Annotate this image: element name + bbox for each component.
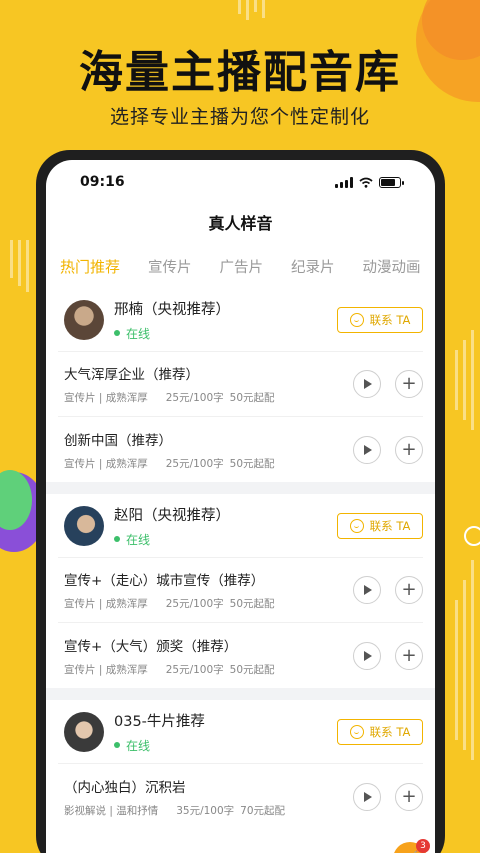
add-button[interactable]: +	[395, 370, 423, 398]
play-icon	[364, 444, 372, 455]
plus-icon: +	[401, 438, 417, 460]
tab-promo[interactable]: 宣传片	[148, 256, 192, 277]
plus-icon: +	[401, 579, 417, 600]
anchor-header: 邢楠（央视推荐） 在线 联系 TA	[58, 288, 423, 352]
play-icon	[364, 585, 372, 595]
online-dot-icon	[114, 536, 120, 542]
play-icon	[364, 791, 372, 802]
play-button[interactable]	[353, 576, 381, 604]
contact-button[interactable]: 联系 TA	[337, 718, 423, 745]
cart-badge: 3	[416, 839, 430, 853]
sample-item[interactable]: 大气浑厚企业（推荐） 宣传片 | 成熟浑厚 25元/100字 50元起配 +	[58, 352, 423, 417]
sample-title: （内心独白）沉积岩	[64, 779, 186, 796]
avatar[interactable]	[64, 505, 104, 546]
tab-ads[interactable]: 广告片	[220, 256, 264, 277]
status-time: 09:16	[80, 174, 125, 190]
status-icons	[335, 176, 404, 188]
sample-meta: 影视解说 | 温和抒情 35元/100字 70元起配	[64, 804, 286, 817]
tab-animation[interactable]: 动漫动画	[363, 256, 421, 277]
anchor-name: 035-牛片推荐	[114, 713, 205, 730]
online-status: 在线	[114, 531, 337, 548]
play-icon	[364, 379, 372, 389]
sample-title: 宣传+（大气）颁奖（推荐）	[64, 638, 238, 655]
sample-meta: 宣传片 | 成熟浑厚 25元/100字 50元起配	[64, 457, 275, 470]
tab-hot[interactable]: 热门推荐	[60, 256, 120, 277]
sample-meta: 宣传片 | 成熟浑厚 25元/100字 50元起配	[64, 663, 275, 676]
play-button[interactable]	[353, 370, 381, 398]
category-tabs: 热门推荐 宣传片 广告片 纪录片 动漫动画	[46, 244, 435, 288]
add-button[interactable]: +	[395, 782, 423, 811]
play-button[interactable]	[353, 435, 381, 464]
play-icon	[364, 650, 372, 661]
add-button[interactable]: +	[395, 435, 423, 464]
hero-subtitle: 选择专业主播为您个性定制化	[109, 106, 370, 128]
add-button[interactable]: +	[395, 576, 423, 604]
section-divider	[46, 688, 435, 700]
tab-documentary[interactable]: 纪录片	[291, 256, 335, 277]
anchor-name: 邢楠（央视推荐）	[114, 301, 230, 318]
phone-frame: 09:16 真人样音 热门推荐 宣传片 广告片 纪录片 动漫动画 邢楠（央视推荐…	[36, 150, 445, 853]
wifi-icon	[359, 177, 373, 188]
anchor-card: 邢楠（央视推荐） 在线 联系 TA 大气浑厚企业（推荐） 宣传片 | 成熟浑厚 2…	[46, 288, 435, 482]
avatar[interactable]	[64, 711, 104, 752]
phone-screen: 09:16 真人样音 热门推荐 宣传片 广告片 纪录片 动漫动画 邢楠（央视推荐…	[46, 160, 435, 853]
sample-title: 宣传+（走心）城市宣传（推荐）	[64, 573, 265, 589]
cart-button[interactable]: 🛒 3	[393, 839, 430, 853]
plus-icon: +	[401, 644, 417, 666]
anchor-header: 赵阳（央视推荐） 在线 联系 TA	[58, 494, 423, 558]
sample-item[interactable]: 创新中国（推荐） 宣传片 | 成熟浑厚 25元/100字 50元起配 +	[58, 417, 423, 482]
anchor-name: 赵阳（央视推荐）	[114, 507, 230, 524]
add-button[interactable]: +	[395, 641, 423, 670]
battery-icon	[379, 176, 404, 188]
hero-title: 海量主播配音库	[79, 47, 401, 98]
signal-icon	[335, 176, 353, 188]
play-button[interactable]	[353, 641, 381, 670]
page-title: 真人样音	[208, 214, 273, 233]
online-dot-icon	[114, 330, 120, 336]
anchor-card: 赵阳（央视推荐） 在线 联系 TA 宣传+（走心）城市宣传（推荐） 宣传片 | …	[46, 494, 435, 688]
section-divider	[46, 482, 435, 494]
online-dot-icon	[114, 742, 120, 748]
play-button[interactable]	[353, 782, 381, 811]
sample-title: 创新中国（推荐）	[64, 432, 172, 449]
sample-item[interactable]: 宣传+（走心）城市宣传（推荐） 宣传片 | 成熟浑厚 25元/100字 50元起配 …	[58, 558, 423, 623]
plus-icon: +	[401, 785, 417, 807]
sample-title: 大气浑厚企业（推荐）	[64, 367, 199, 383]
chat-icon	[349, 312, 364, 327]
sample-meta: 宣传片 | 成熟浑厚 25元/100字 50元起配	[64, 598, 275, 610]
plus-icon: +	[401, 373, 417, 394]
sample-item[interactable]: （内心独白）沉积岩 影视解说 | 温和抒情 35元/100字 70元起配 +	[58, 764, 423, 829]
status-bar: 09:16	[46, 160, 435, 204]
sample-item[interactable]: 宣传+（大气）颁奖（推荐） 宣传片 | 成熟浑厚 25元/100字 50元起配 +	[58, 623, 423, 688]
chat-icon	[349, 724, 364, 739]
anchor-header: 035-牛片推荐 在线 联系 TA	[58, 700, 423, 764]
online-status: 在线	[114, 325, 337, 342]
sample-meta: 宣传片 | 成熟浑厚 25元/100字 50元起配	[64, 392, 275, 404]
avatar[interactable]	[64, 299, 104, 340]
contact-button[interactable]: 联系 TA	[337, 512, 423, 539]
chat-icon	[349, 518, 364, 533]
contact-button[interactable]: 联系 TA	[337, 306, 423, 333]
anchor-card: 035-牛片推荐 在线 联系 TA （内心独白）沉积岩 影视解说 | 温和抒情 3…	[46, 700, 435, 829]
online-status: 在线	[114, 737, 337, 754]
